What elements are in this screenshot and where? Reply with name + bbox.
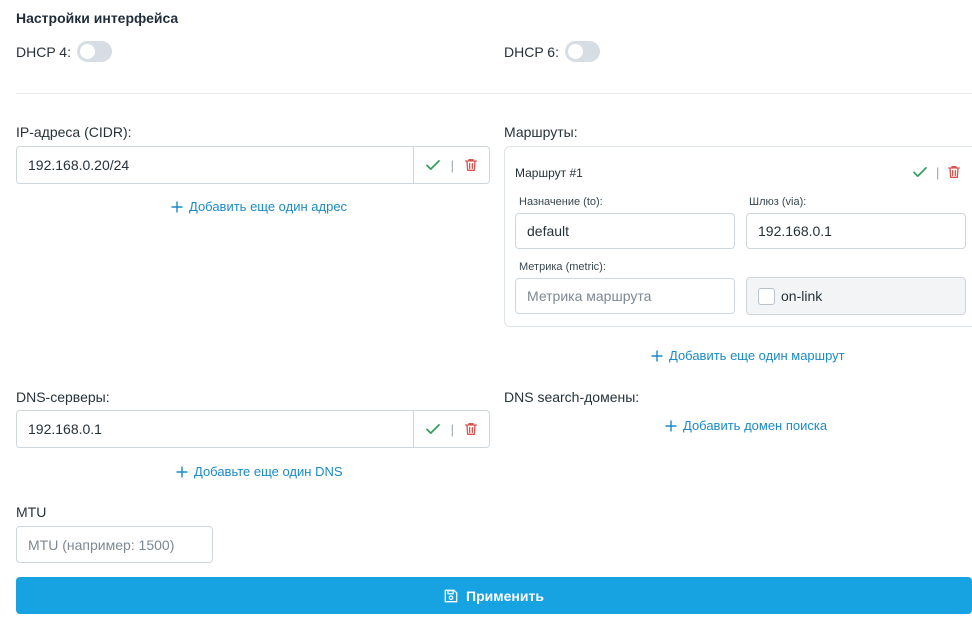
add-address-label: Добавить еще один адрес	[189, 199, 348, 214]
dhcp4-toggle[interactable]	[76, 41, 112, 62]
dhcp6-toggle[interactable]	[564, 41, 600, 62]
add-search-domain-link[interactable]: Добавить домен поиска	[665, 418, 827, 433]
dhcp4-label: DHCP 4:	[16, 43, 71, 60]
dhcp6-label: DHCP 6:	[504, 43, 559, 60]
dns-servers-label: DNS-серверы:	[16, 389, 110, 405]
add-route-link[interactable]: Добавить еще один маршрут	[651, 348, 845, 363]
apply-button[interactable]: Применить	[16, 577, 972, 614]
metric-label: Метрика (metric):	[519, 261, 606, 273]
route-actions: |	[911, 163, 962, 181]
action-separator: |	[936, 164, 940, 180]
check-icon[interactable]	[424, 156, 442, 174]
metric-input[interactable]: Метрика маршрута	[515, 278, 735, 314]
ip-addresses-label: IP-адреса (CIDR):	[16, 124, 132, 140]
plus-icon	[665, 420, 677, 431]
dhcp4-row: DHCP 4:	[16, 41, 112, 62]
dhcp6-row: DHCP 6:	[504, 41, 600, 62]
plus-icon	[171, 201, 183, 212]
apply-label: Применить	[466, 587, 544, 604]
gateway-label: Шлюз (via):	[749, 196, 807, 208]
page-title: Настройки интерфейса	[16, 10, 179, 26]
route-card: Маршрут #1 | Назначение (to): default Шл…	[504, 146, 972, 327]
action-separator: |	[450, 157, 454, 173]
toggle-knob	[567, 44, 583, 59]
destination-label: Назначение (to):	[519, 196, 603, 208]
trash-icon[interactable]	[463, 421, 479, 437]
plus-icon	[651, 350, 663, 361]
trash-icon[interactable]	[946, 164, 962, 180]
divider	[16, 93, 972, 94]
ip-address-entry: 192.168.0.20/24 |	[16, 146, 490, 184]
onlink-checkbox[interactable]	[758, 287, 775, 305]
onlink-label: on-link	[781, 288, 823, 304]
plus-icon	[176, 466, 188, 477]
dns-server-actions: |	[414, 411, 489, 447]
routes-label: Маршруты:	[504, 124, 578, 140]
ip-address-value[interactable]: 192.168.0.20/24	[17, 147, 414, 183]
action-separator: |	[450, 421, 454, 437]
gateway-input[interactable]: 192.168.0.1	[746, 213, 966, 249]
trash-icon[interactable]	[463, 157, 479, 173]
add-dns-link[interactable]: Добавьте еще один DNS	[176, 464, 343, 479]
onlink-field[interactable]: on-link	[746, 277, 966, 315]
add-address-link[interactable]: Добавить еще один адрес	[171, 199, 347, 214]
destination-input[interactable]: default	[515, 213, 735, 249]
route-title: Маршрут #1	[515, 166, 583, 180]
ip-address-actions: |	[414, 147, 489, 183]
toggle-knob	[79, 44, 95, 59]
dns-server-entry: 192.168.0.1 |	[16, 410, 490, 448]
check-icon[interactable]	[911, 163, 929, 181]
mtu-input[interactable]: MTU (например: 1500)	[16, 526, 213, 563]
mtu-label: MTU	[16, 504, 47, 520]
check-icon[interactable]	[424, 420, 442, 438]
dns-server-value[interactable]: 192.168.0.1	[17, 411, 414, 447]
floppy-disk-icon	[444, 589, 458, 602]
dns-search-label: DNS search-домены:	[504, 389, 640, 405]
add-search-domain-label: Добавить домен поиска	[683, 418, 828, 433]
add-dns-label: Добавьте еще один DNS	[194, 464, 343, 479]
add-route-label: Добавить еще один маршрут	[669, 348, 845, 363]
